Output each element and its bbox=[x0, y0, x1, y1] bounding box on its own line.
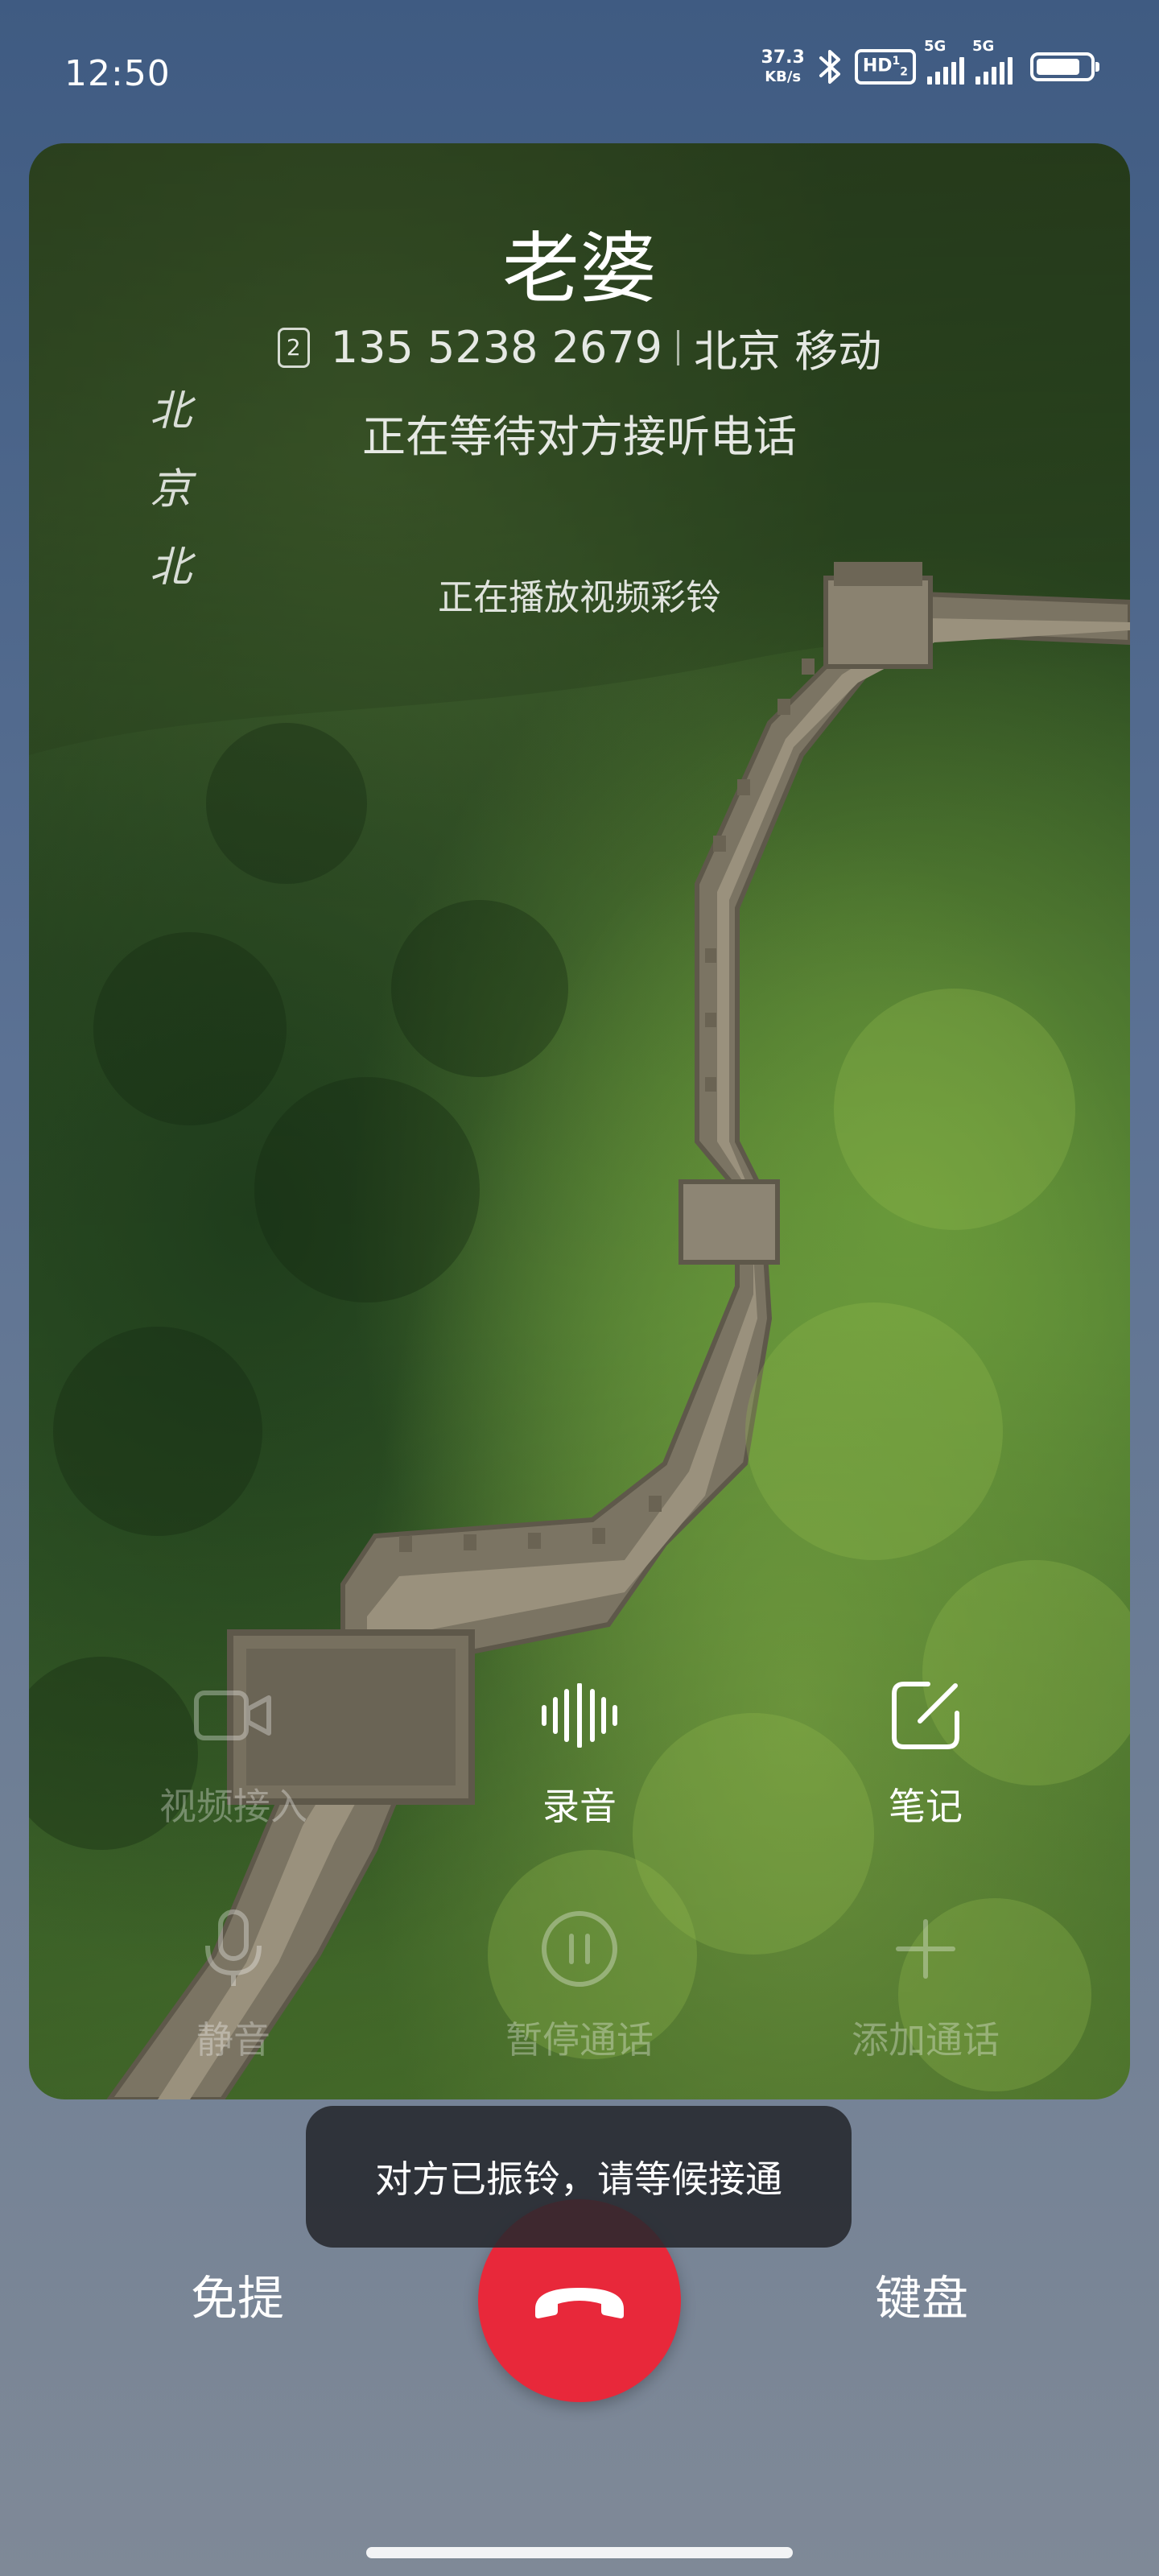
microphone-icon bbox=[189, 1905, 278, 1993]
speaker-button[interactable]: 免提 bbox=[153, 2260, 322, 2333]
record-label: 录音 bbox=[542, 1785, 617, 1828]
record-button[interactable]: 录音 bbox=[459, 1671, 700, 1831]
location-carrier: 北京 移动 bbox=[694, 326, 882, 377]
hold-label: 暂停通话 bbox=[505, 2018, 654, 2062]
add-call-label: 添加通话 bbox=[852, 2018, 1000, 2062]
sim2-network-type: 5G bbox=[972, 38, 995, 55]
bluetooth-icon bbox=[819, 50, 840, 84]
caller-details: 2 135 5238 2679 北京 移动 bbox=[0, 316, 1159, 379]
status-bar: 12:50 37.3 KB/s HD12 5G 5G bbox=[0, 0, 1159, 145]
keypad-button[interactable]: 键盘 bbox=[837, 2260, 1006, 2333]
contact-name: 老婆 bbox=[502, 224, 657, 314]
notes-label: 笔记 bbox=[889, 1785, 963, 1828]
sim-slot-icon: 2 bbox=[277, 327, 310, 368]
network-speed: 37.3 KB/s bbox=[761, 49, 805, 85]
notes-button[interactable]: 笔记 bbox=[805, 1671, 1046, 1831]
toast-message: 对方已振铃，请等候接通 bbox=[375, 2157, 782, 2201]
mute-button[interactable]: 静音 bbox=[113, 1905, 354, 2064]
hold-button[interactable]: 暂停通话 bbox=[459, 1905, 700, 2064]
status-icons: 37.3 KB/s HD12 5G 5G bbox=[761, 38, 1099, 85]
status-time: 12:50 bbox=[64, 53, 171, 94]
network-speed-unit: KB/s bbox=[765, 68, 802, 85]
pause-icon bbox=[535, 1905, 624, 1993]
sim1-network-type: 5G bbox=[924, 38, 947, 55]
call-status: 正在等待对方接听电话 bbox=[362, 411, 797, 462]
divider bbox=[677, 329, 680, 365]
waveform-icon bbox=[535, 1671, 624, 1760]
phone-hangup-icon bbox=[535, 2288, 624, 2318]
network-speed-value: 37.3 bbox=[761, 47, 805, 68]
note-edit-icon bbox=[881, 1671, 970, 1760]
ringing-toast: 对方已振铃，请等候接通 bbox=[306, 2106, 852, 2248]
home-indicator[interactable] bbox=[366, 2547, 793, 2558]
phone-number: 135 5238 2679 bbox=[330, 322, 663, 373]
hd-sub: 2 bbox=[900, 65, 908, 79]
battery-icon bbox=[1030, 52, 1099, 81]
battery-level-fill bbox=[1037, 59, 1080, 75]
video-call-label: 视频接入 bbox=[159, 1785, 307, 1828]
hd-sup: 1 bbox=[892, 55, 901, 68]
hd-label: HD bbox=[862, 56, 893, 76]
mute-label: 静音 bbox=[196, 2018, 270, 2062]
video-camera-icon bbox=[189, 1671, 278, 1760]
plus-icon bbox=[881, 1905, 970, 1993]
signal-icon: 5G bbox=[924, 38, 964, 85]
ringback-status: 正在播放视频彩铃 bbox=[438, 577, 721, 618]
hd-volte-icon: HD12 bbox=[854, 49, 916, 85]
add-call-button[interactable]: 添加通话 bbox=[805, 1905, 1046, 2064]
video-call-button[interactable]: 视频接入 bbox=[113, 1671, 354, 1831]
signal-icon: 5G bbox=[972, 38, 1013, 85]
